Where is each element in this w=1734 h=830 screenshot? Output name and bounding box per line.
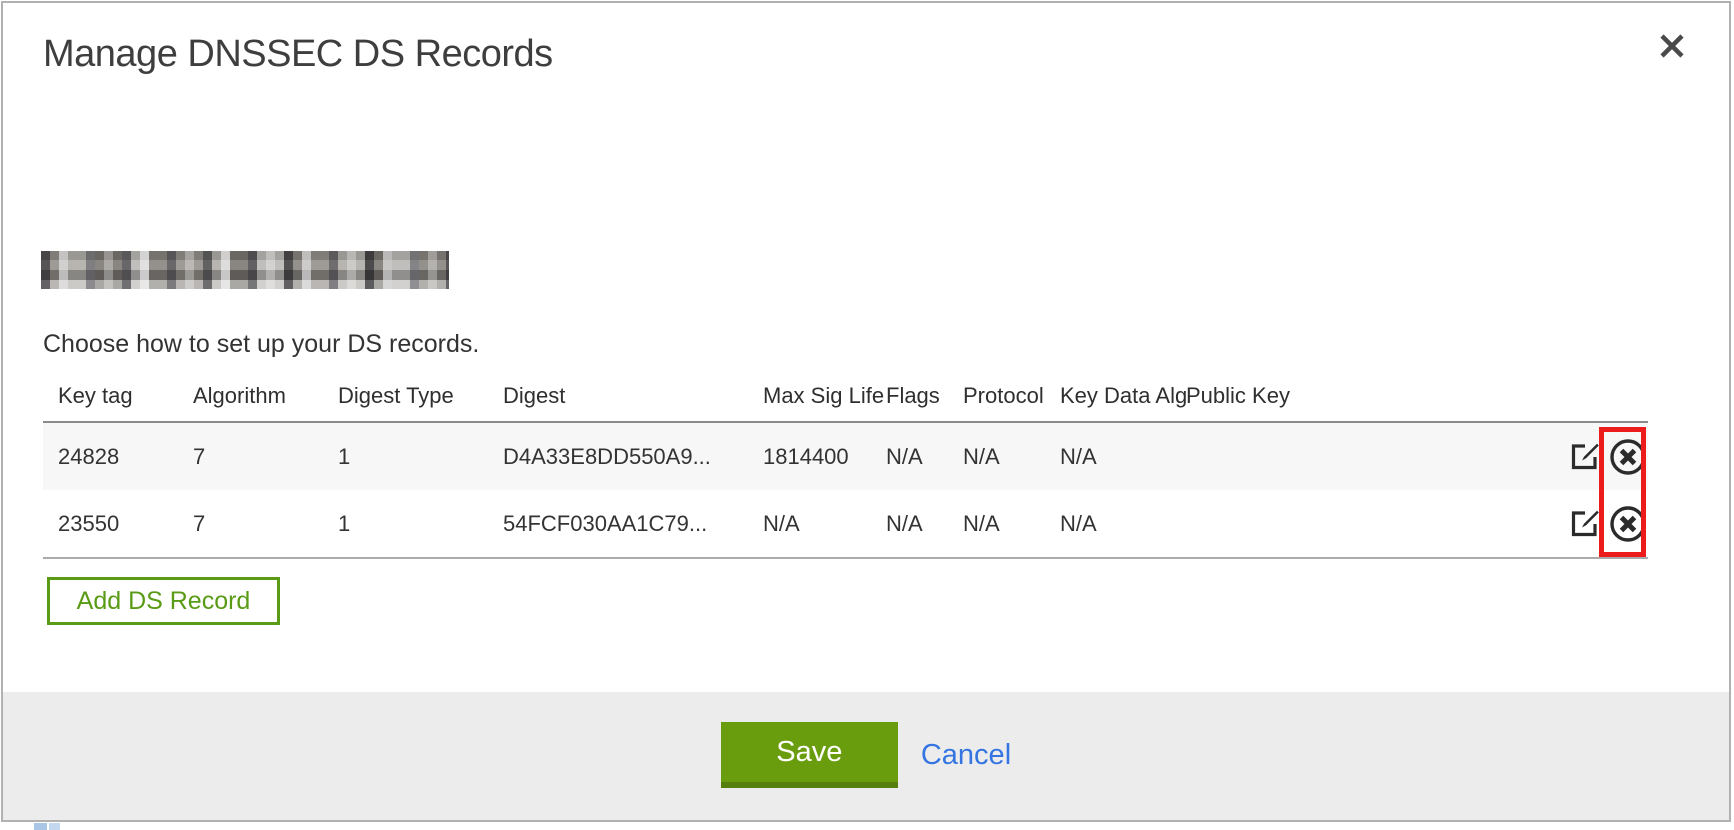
cell-protocol: N/A: [963, 444, 1060, 470]
col-header-digest: Digest: [503, 383, 763, 409]
col-header-key-tag: Key tag: [58, 383, 193, 409]
table-row: 24828 7 1 D4A33E8DD550A9... 1814400 N/A …: [43, 421, 1648, 490]
cell-key-data-alg: N/A: [1060, 511, 1186, 537]
circle-x-glyph: [1608, 504, 1648, 544]
row-actions: [1558, 504, 1648, 544]
background-page-artifact: [34, 823, 47, 830]
col-header-protocol: Protocol: [963, 383, 1060, 409]
cell-flags: N/A: [886, 511, 963, 537]
background-page-artifact: [49, 823, 60, 830]
cell-key-tag: 23550: [58, 511, 193, 537]
circle-x-glyph: [1608, 437, 1648, 477]
save-button[interactable]: Save: [721, 722, 898, 788]
table-row: 23550 7 1 54FCF030AA1C79... N/A N/A N/A …: [43, 490, 1648, 559]
ds-records-table: Key tag Algorithm Digest Type Digest Max…: [43, 371, 1648, 559]
cell-protocol: N/A: [963, 511, 1060, 537]
close-icon[interactable]: [1655, 29, 1689, 63]
col-header-flags: Flags: [886, 383, 963, 409]
remove-icon[interactable]: [1608, 504, 1648, 544]
cancel-link[interactable]: Cancel: [921, 722, 1011, 788]
col-header-algorithm: Algorithm: [193, 383, 338, 409]
edit-icon[interactable]: [1564, 504, 1604, 544]
cell-algorithm: 7: [193, 444, 338, 470]
cell-max-sig-life: N/A: [763, 511, 886, 537]
edit-pencil-glyph: [1566, 505, 1603, 542]
cell-key-data-alg: N/A: [1060, 444, 1186, 470]
table-header-row: Key tag Algorithm Digest Type Digest Max…: [43, 371, 1648, 421]
edit-icon[interactable]: [1564, 437, 1604, 477]
close-x-glyph: [1658, 32, 1686, 60]
cell-max-sig-life: 1814400: [763, 444, 886, 470]
manage-dnssec-dialog: Manage DNSSEC DS Records Choose how to s…: [1, 1, 1731, 822]
dialog-footer: Save Cancel: [3, 692, 1729, 820]
instruction-text: Choose how to set up your DS records.: [43, 330, 479, 359]
redacted-domain-name: [41, 251, 449, 289]
cell-digest: 54FCF030AA1C79...: [503, 511, 763, 537]
col-header-public-key: Public Key: [1186, 383, 1558, 409]
cell-digest-type: 1: [338, 444, 503, 470]
col-header-digest-type: Digest Type: [338, 383, 503, 409]
cell-algorithm: 7: [193, 511, 338, 537]
cell-key-tag: 24828: [58, 444, 193, 470]
row-actions: [1558, 437, 1648, 477]
remove-icon[interactable]: [1608, 437, 1648, 477]
cell-digest-type: 1: [338, 511, 503, 537]
col-header-max-sig-life: Max Sig Life: [763, 383, 886, 409]
page-title: Manage DNSSEC DS Records: [43, 33, 553, 76]
cell-flags: N/A: [886, 444, 963, 470]
cell-digest: D4A33E8DD550A9...: [503, 444, 763, 470]
col-header-key-data-alg: Key Data Alg: [1060, 383, 1186, 409]
edit-pencil-glyph: [1566, 438, 1603, 475]
add-ds-record-button[interactable]: Add DS Record: [47, 577, 280, 625]
